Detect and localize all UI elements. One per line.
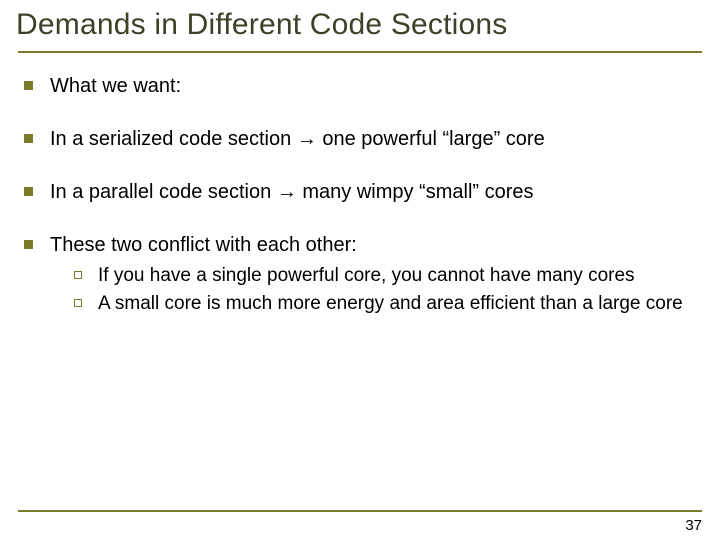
arrow-icon: →	[277, 181, 297, 203]
footer-rule	[18, 510, 702, 512]
bullet-list: What we want: In a serialized code secti…	[22, 74, 690, 316]
page-number: 37	[685, 517, 702, 534]
sub-bullet-item: A small core is much more energy and are…	[74, 292, 690, 316]
bullet-text-part: one powerful “large” core	[317, 128, 545, 150]
slide-title: Demands in Different Code Sections	[16, 8, 702, 42]
slide: Demands in Different Code Sections What …	[0, 0, 720, 540]
arrow-icon: →	[297, 128, 317, 150]
bullet-item: What we want:	[22, 74, 690, 99]
content-area: What we want: In a serialized code secti…	[22, 74, 690, 316]
bullet-item: In a serialized code section → one power…	[22, 127, 690, 152]
sub-bullet-text: A small core is much more energy and are…	[98, 293, 683, 314]
bullet-text: What we want:	[50, 75, 181, 97]
bullet-text-part: In a parallel code section	[50, 181, 277, 203]
sub-bullet-text: If you have a single powerful core, you …	[98, 265, 635, 286]
bullet-text-part: In a serialized code section	[50, 128, 297, 150]
bullet-text-part: many wimpy “small” cores	[297, 181, 534, 203]
sub-bullet-item: If you have a single powerful core, you …	[74, 264, 690, 288]
bullet-text: These two conflict with each other:	[50, 234, 357, 256]
sub-bullet-list: If you have a single powerful core, you …	[50, 264, 690, 316]
bullet-item: In a parallel code section → many wimpy …	[22, 180, 690, 205]
title-underline	[18, 51, 702, 53]
bullet-item: These two conflict with each other: If y…	[22, 233, 690, 316]
